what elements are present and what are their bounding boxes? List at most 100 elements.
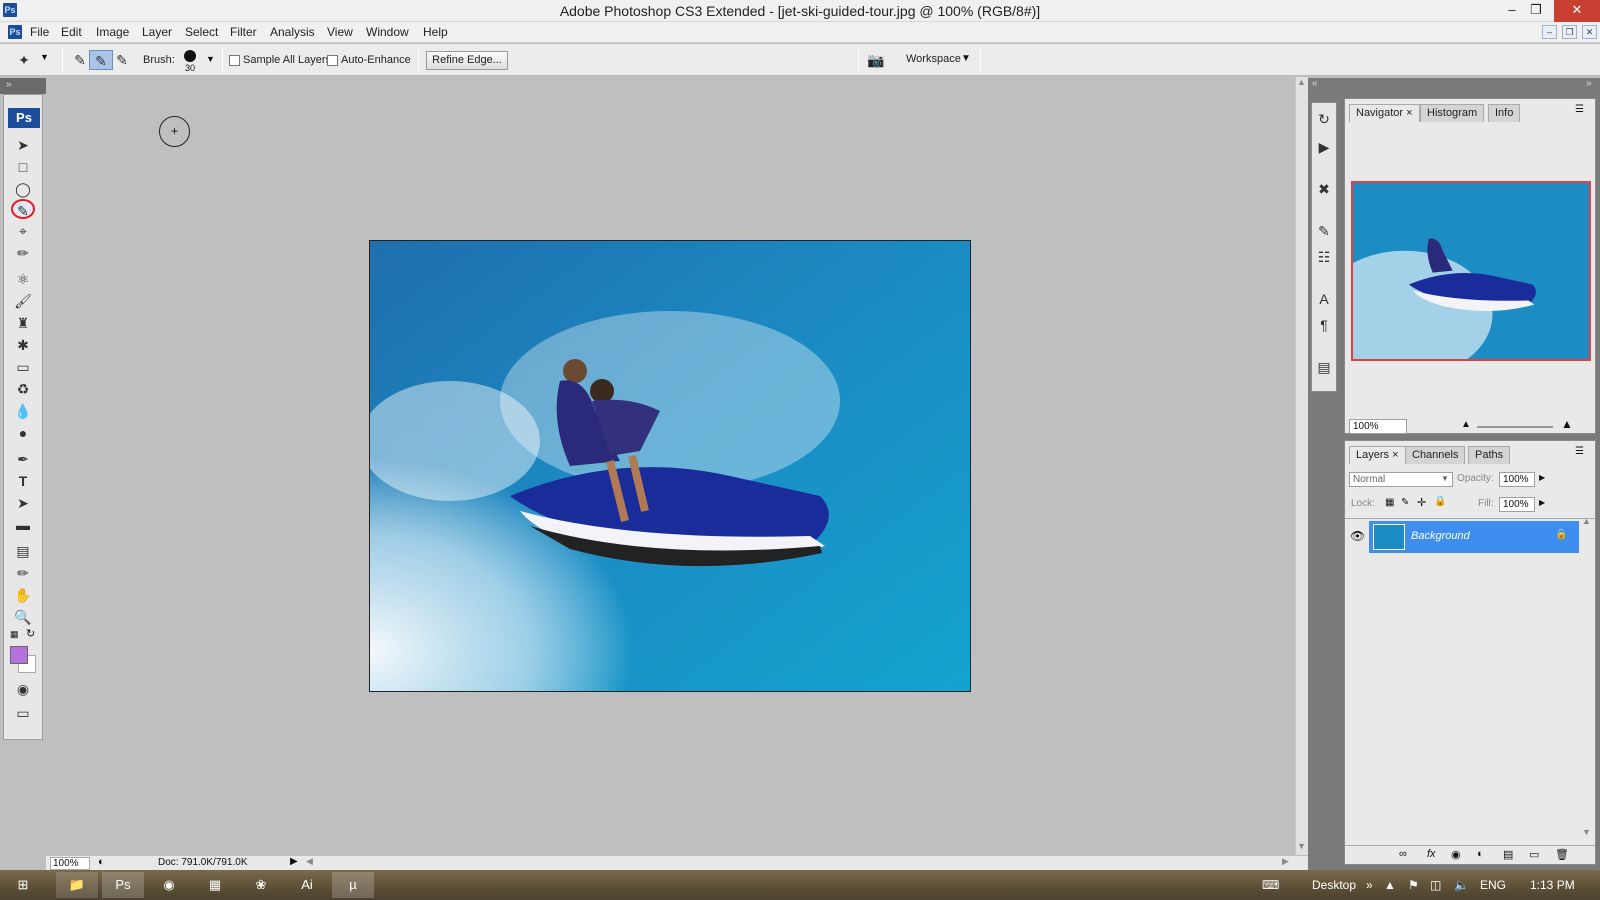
link-layers-icon[interactable]: ∞: [1399, 848, 1407, 860]
clock[interactable]: 1:13 PM: [1530, 878, 1575, 892]
doc-minimize-icon[interactable]: –: [1542, 25, 1557, 39]
brush-preview-icon[interactable]: [184, 50, 196, 62]
vertical-scrollbar[interactable]: ▲ ▼: [1295, 77, 1308, 855]
screen-mode-icon[interactable]: ▭: [11, 703, 35, 723]
eraser-tool-icon[interactable]: ▭: [11, 357, 35, 377]
office-icon[interactable]: ▦: [194, 872, 236, 898]
tab-layers[interactable]: Layers ×: [1349, 446, 1406, 464]
new-group-icon[interactable]: ▤: [1503, 848, 1513, 861]
slice-tool-icon[interactable]: ✏: [11, 243, 35, 263]
status-menu-arrow-icon[interactable]: ▶: [290, 856, 298, 867]
scroll-up-icon[interactable]: ▲: [1297, 77, 1306, 87]
start-button-icon[interactable]: ⊞: [2, 872, 44, 898]
actions-panel-icon[interactable]: ▶: [1312, 137, 1336, 157]
chevron-down-icon[interactable]: ▼: [40, 52, 49, 62]
document-image[interactable]: [369, 240, 971, 692]
opacity-input[interactable]: 100%: [1499, 472, 1535, 487]
action-center-icon[interactable]: ⚑: [1408, 878, 1419, 892]
blend-mode-chevron-icon[interactable]: ▼: [1441, 474, 1449, 483]
document-icon[interactable]: Ps: [8, 25, 22, 39]
menu-file[interactable]: File: [30, 25, 49, 39]
pen-tool-icon[interactable]: ✒: [11, 449, 35, 469]
menu-layer[interactable]: Layer: [142, 25, 172, 39]
menu-view[interactable]: View: [327, 25, 353, 39]
subtract-from-selection-icon[interactable]: ✎: [110, 50, 134, 70]
default-colors-icon[interactable]: ▦: [10, 629, 19, 640]
sample-all-layers-checkbox[interactable]: [229, 55, 240, 66]
volume-icon[interactable]: 🔈: [1454, 878, 1469, 892]
layer-mask-icon[interactable]: ◉: [1451, 848, 1461, 861]
character-panel-icon[interactable]: A: [1312, 289, 1336, 309]
blur-tool-icon[interactable]: 💧: [11, 401, 35, 421]
doc-restore-icon[interactable]: ❐: [1562, 25, 1577, 39]
menu-filter[interactable]: Filter: [230, 25, 257, 39]
toolbox-header[interactable]: »: [0, 78, 46, 94]
brushes-panel-icon[interactable]: ✎: [1312, 221, 1336, 241]
navigator-thumbnail[interactable]: [1351, 181, 1591, 361]
utorrent-icon[interactable]: µ: [332, 872, 374, 898]
tab-close-icon[interactable]: ×: [1406, 107, 1412, 119]
zoom-in-icon[interactable]: ▲: [1561, 417, 1573, 431]
blend-mode-select[interactable]: Normal: [1349, 472, 1453, 487]
panel-expand-icon[interactable]: »: [1586, 78, 1592, 89]
restore-icon[interactable]: ❐: [1520, 0, 1552, 22]
navigator-zoom-slider[interactable]: [1477, 426, 1553, 428]
tool-presets-panel-icon[interactable]: ✖: [1312, 179, 1336, 199]
rectangle-tool-icon[interactable]: ▬: [11, 515, 35, 535]
notes-tool-icon[interactable]: ▤: [11, 541, 35, 561]
lock-all-icon[interactable]: 🔒: [1434, 496, 1446, 507]
new-layer-icon[interactable]: ▭: [1529, 848, 1539, 861]
paragraph-panel-icon[interactable]: ¶: [1312, 315, 1336, 335]
menu-window[interactable]: Window: [366, 25, 409, 39]
auto-enhance-checkbox[interactable]: [327, 55, 338, 66]
layer-row-background[interactable]: Background 🔒: [1369, 521, 1579, 553]
scroll-down-icon[interactable]: ▼: [1297, 841, 1306, 851]
photoshop-icon[interactable]: Ps: [102, 872, 144, 898]
layer-comps-panel-icon[interactable]: ▤: [1312, 357, 1336, 377]
lock-image-icon[interactable]: ✎: [1401, 497, 1409, 508]
crop-tool-icon[interactable]: ⌖: [11, 221, 35, 241]
history-brush-tool-icon[interactable]: ✱: [11, 335, 35, 355]
file-explorer-icon[interactable]: 📁: [56, 872, 98, 898]
tab-navigator[interactable]: Navigator ×: [1349, 104, 1420, 122]
refine-edge-button[interactable]: Refine Edge...: [426, 51, 508, 70]
opacity-slider-arrow-icon[interactable]: ▶: [1539, 473, 1545, 482]
keyboard-icon[interactable]: ⌨: [1262, 878, 1279, 892]
dodge-tool-icon[interactable]: ●: [11, 423, 35, 443]
language-indicator[interactable]: ENG: [1480, 878, 1506, 892]
doc-close-icon[interactable]: ✕: [1582, 25, 1597, 39]
tab-paths[interactable]: Paths: [1468, 446, 1511, 464]
toolbox-logo[interactable]: Ps: [8, 108, 40, 128]
network-icon[interactable]: ◫: [1430, 878, 1441, 892]
scroll-right-icon[interactable]: ▶: [1282, 856, 1289, 867]
history-panel-icon[interactable]: ↻: [1312, 109, 1336, 129]
tab-histogram[interactable]: Histogram: [1420, 104, 1485, 122]
layers-scroll-up-icon[interactable]: ▲: [1582, 516, 1591, 526]
quick-selection-tool-icon[interactable]: ✎: [11, 199, 35, 219]
swap-colors-icon[interactable]: ↻: [26, 627, 35, 640]
path-selection-tool-icon[interactable]: ➤: [11, 493, 35, 513]
collapse-icon[interactable]: »: [6, 79, 12, 90]
file-browser-icon[interactable]: 📷: [864, 50, 888, 70]
illustrator-icon[interactable]: Ai: [286, 872, 328, 898]
menu-select[interactable]: Select: [185, 25, 218, 39]
panel-menu-icon[interactable]: ☰: [1575, 104, 1584, 115]
lock-position-icon[interactable]: ✛: [1417, 496, 1426, 509]
show-hidden-icons[interactable]: ▲: [1384, 878, 1396, 892]
acrobat-icon[interactable]: ❀: [240, 872, 282, 898]
desktop-label[interactable]: Desktop: [1312, 878, 1356, 892]
fill-slider-arrow-icon[interactable]: ▶: [1539, 498, 1545, 507]
menu-edit[interactable]: Edit: [61, 25, 82, 39]
clone-source-panel-icon[interactable]: ☷: [1312, 247, 1336, 267]
menu-help[interactable]: Help: [423, 25, 448, 39]
zoom-out-icon[interactable]: ▲: [1461, 419, 1471, 430]
zoom-tool-icon[interactable]: 🔍: [11, 607, 35, 627]
status-options-icon[interactable]: ◐: [98, 856, 105, 868]
tab-info[interactable]: Info: [1488, 104, 1521, 122]
type-tool-icon[interactable]: T: [11, 471, 35, 491]
hand-tool-icon[interactable]: ✋: [11, 585, 35, 605]
workspace-chevron-icon[interactable]: ▼: [961, 53, 971, 64]
brush-tool-icon[interactable]: 🖌: [11, 291, 35, 311]
dock-collapse-icon[interactable]: «: [1312, 78, 1318, 89]
adjustment-layer-icon[interactable]: ◐: [1477, 848, 1484, 860]
